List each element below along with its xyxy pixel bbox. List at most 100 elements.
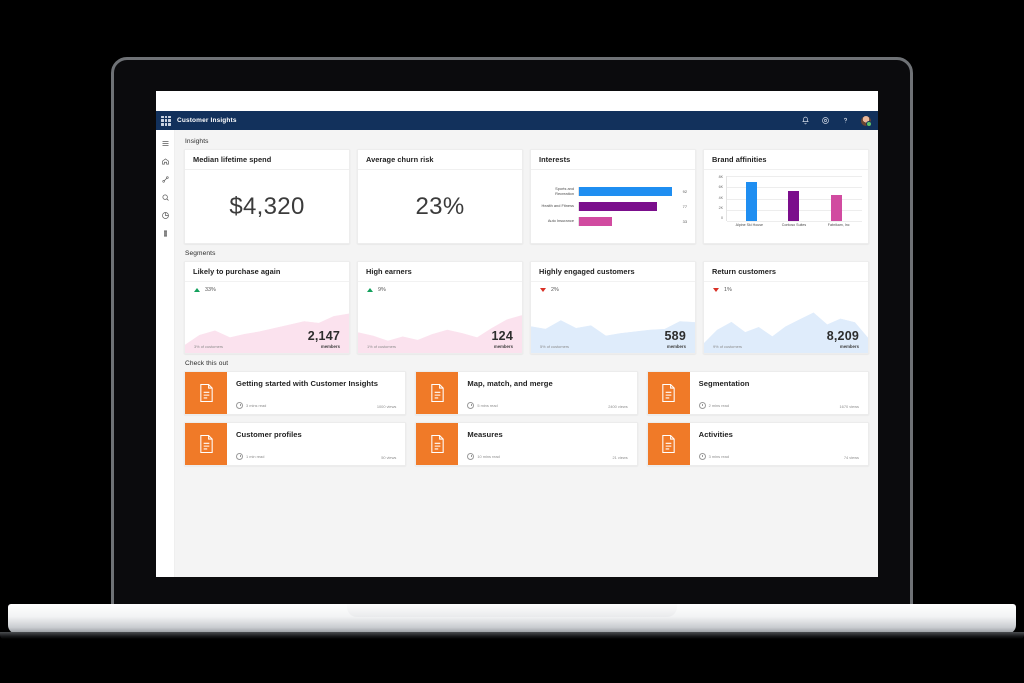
- tile-view-count: 50 views: [381, 455, 397, 460]
- tile-read-time: 3 mins read: [708, 454, 729, 459]
- sidebar-item-data-sources[interactable]: [156, 170, 174, 188]
- card-title: Interests: [539, 155, 571, 164]
- kpi-card-header: Median lifetime spend: [185, 150, 349, 170]
- sidebar-item-measures[interactable]: [156, 224, 174, 242]
- segment-card[interactable]: High earners 9% 1% of customers 124 members: [357, 261, 523, 354]
- clock-icon: [467, 402, 475, 409]
- hamburger-menu-icon[interactable]: [156, 134, 174, 152]
- search-icon[interactable]: [156, 188, 174, 206]
- segment-footer: 1% of customers: [367, 344, 396, 349]
- notification-bell-icon[interactable]: [801, 116, 810, 125]
- left-navigation-rail: [156, 130, 175, 577]
- insights-row: Median lifetime spend $4,320 Average chu…: [184, 149, 869, 244]
- tile-body: Measures 10 mins read 21 views: [458, 423, 636, 465]
- y-tick-label: 0: [721, 216, 723, 221]
- kpi-card-median-lifetime-spend[interactable]: Median lifetime spend $4,320: [184, 149, 350, 244]
- segment-card[interactable]: Return customers 1% 9% of customers 8,209 me…: [703, 261, 869, 354]
- dashboard-content: Insights Median lifetime spend $4,320 Av…: [175, 130, 878, 577]
- content-tile[interactable]: Activities 3 mins read 74 views: [646, 422, 869, 466]
- chart-card-header: Interests: [531, 150, 695, 170]
- settings-gear-icon[interactable]: [821, 116, 830, 125]
- content-tile[interactable]: Map, match, and merge 5 mins read 2400 vie…: [415, 371, 638, 415]
- chart-card-brand-affinities[interactable]: Brand affinities 8K 6K 4K 2K 0 Alpine Ski Ho…: [703, 149, 869, 244]
- content-tile[interactable]: Segmentation 2 mins read 1670 views: [646, 371, 869, 415]
- tiles-column: Segmentation 2 mins read 1670 views Activit…: [646, 371, 869, 466]
- tile-view-count: 21 views: [612, 455, 628, 460]
- tile-read-time: 1 min read: [246, 454, 265, 459]
- bar: [831, 194, 843, 221]
- content-tile[interactable]: Getting started with Customer Insights 3 …: [184, 371, 407, 415]
- help-question-icon[interactable]: [841, 116, 850, 125]
- sidebar-item-home[interactable]: [156, 152, 174, 170]
- segment-footer: 3% of customers: [194, 344, 223, 349]
- bar-category-label: Sports and Recreation: [555, 186, 574, 196]
- tile-read-time: 2 mins read: [708, 403, 729, 408]
- kpi-card-body: 23%: [358, 170, 522, 243]
- bar-axis: [578, 202, 680, 211]
- clock-icon: [236, 402, 243, 409]
- segment-delta: 9%: [358, 282, 522, 293]
- document-icon: [647, 423, 690, 465]
- segment-member-unit: members: [493, 344, 513, 349]
- bar-track: 92: [578, 187, 687, 196]
- laptop-base-notch: [347, 604, 677, 617]
- segment-delta-value: 1%: [724, 287, 732, 293]
- tile-view-count: 74 views: [843, 455, 859, 460]
- segments-row: Likely to purchase again 33% 3% of custome…: [184, 261, 869, 354]
- segment-delta-value: 33%: [205, 287, 216, 293]
- clock-icon: [698, 402, 706, 409]
- tile-title: Measures: [467, 430, 503, 439]
- horizontal-bar-group: Sports and Recreation 92 Health and Fitnes…: [536, 176, 687, 237]
- app-title: Customer Insights: [177, 117, 237, 124]
- y-axis-tick-labels: 8K 6K 4K 2K 0: [708, 175, 726, 221]
- sidebar-item-segments[interactable]: [156, 206, 174, 224]
- clock-icon: [467, 453, 475, 460]
- app-body: Insights Median lifetime spend $4,320 Av…: [156, 130, 878, 577]
- kpi-card-average-churn-risk[interactable]: Average churn risk 23%: [357, 149, 523, 244]
- bar-axis: [578, 187, 680, 196]
- user-avatar[interactable]: [861, 115, 872, 127]
- x-tick-label: Alpine Ski House: [735, 223, 764, 227]
- app-launcher-icon[interactable]: [161, 115, 171, 126]
- app-header-actions: [801, 115, 872, 127]
- bar: [788, 191, 800, 221]
- tile-meta: 3 mins read: [236, 402, 266, 409]
- clock-icon: [698, 453, 706, 460]
- section-label-check-this-out: Check this out: [185, 360, 229, 367]
- tiles-column: Map, match, and merge 5 mins read 2400 vie…: [415, 371, 638, 466]
- chart-card-interests[interactable]: Interests Sports and Recreation 92 Health …: [530, 149, 696, 244]
- document-icon: [185, 372, 227, 414]
- bar: [579, 202, 657, 211]
- bar-category-label: Auto Insurance: [547, 218, 574, 224]
- segment-footer: 9% of customers: [713, 344, 742, 349]
- segment-delta: 2%: [531, 282, 695, 293]
- tile-body: Getting started with Customer Insights 3 …: [227, 372, 405, 414]
- tile-read-time: 3 mins read: [246, 403, 267, 408]
- segment-member-count: 124: [491, 328, 513, 343]
- tile-title: Activities: [698, 430, 733, 439]
- x-axis-tick-labels: Alpine Ski House Contoso Suites Fabrikam, …: [726, 223, 862, 227]
- x-tick-label: Contoso Suites: [781, 223, 807, 227]
- plot-area: Alpine Ski House Contoso Suites Fabrikam, …: [726, 174, 862, 239]
- segment-delta-value: 2%: [551, 287, 559, 293]
- segment-card-header: Return customers: [704, 262, 868, 282]
- content-tile[interactable]: Customer profiles 1 min read 50 views: [184, 422, 407, 466]
- trend-up-icon: [194, 288, 200, 292]
- bar-axis: [578, 217, 680, 226]
- trend-down-icon: [713, 288, 719, 292]
- segment-card[interactable]: Likely to purchase again 33% 3% of custome…: [184, 261, 350, 354]
- interests-chart: Sports and Recreation 92 Health and Fitnes…: [531, 170, 695, 243]
- gridline: [727, 221, 862, 222]
- segment-card[interactable]: Highly engaged customers 2% 5% of customer…: [530, 261, 696, 354]
- card-title: Average churn risk: [366, 155, 434, 164]
- content-tile[interactable]: Measures 10 mins read 21 views: [415, 422, 638, 466]
- card-title: Brand affinities: [712, 155, 767, 164]
- segment-delta: 33%: [185, 282, 349, 293]
- tile-meta: 2 mins read: [698, 402, 729, 409]
- bar-value-label: 92: [682, 189, 687, 194]
- tile-meta: 5 mins read: [467, 402, 498, 409]
- kpi-card-header: Average churn risk: [358, 150, 522, 170]
- tile-title: Segmentation: [698, 379, 750, 388]
- bar: [579, 217, 613, 226]
- segment-card-header: High earners: [358, 262, 522, 282]
